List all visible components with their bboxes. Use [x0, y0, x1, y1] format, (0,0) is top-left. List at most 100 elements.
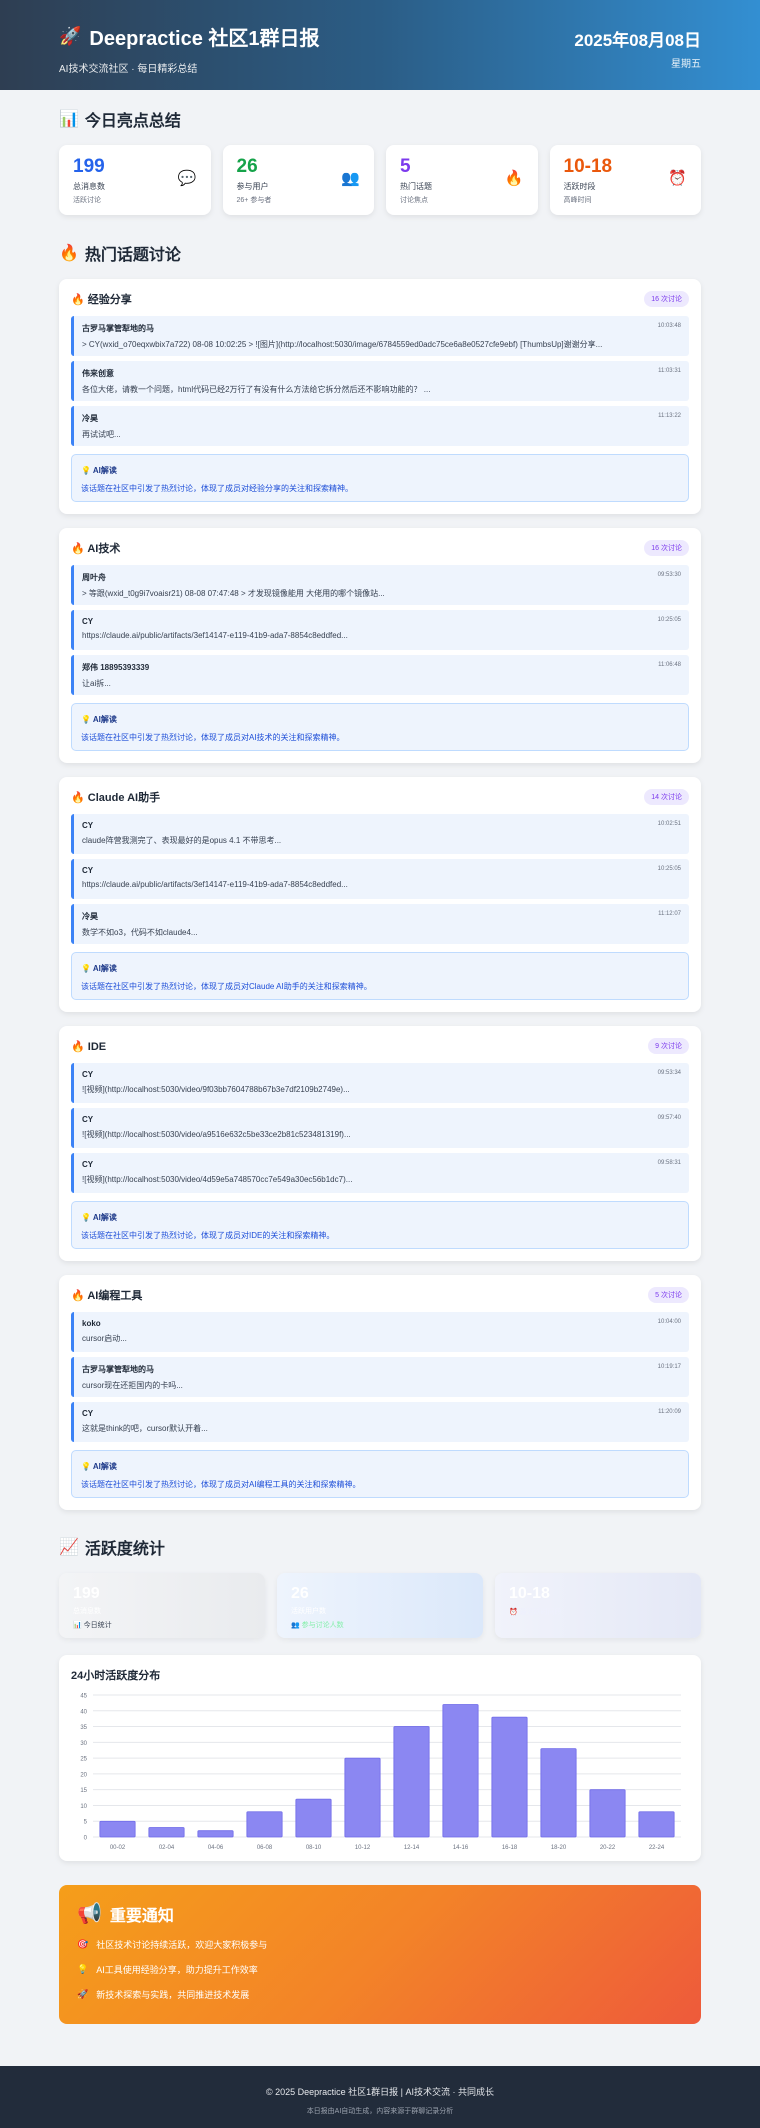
- hourly-activity-chart: 0 5 10 15 20 25 30 35 40 45 00-02 02-04 04-06 06-08 08…: [80, 1694, 681, 1851]
- x-tick-label: 18-20: [551, 1845, 567, 1851]
- discussion-count-badge: 16 次讨论: [644, 291, 689, 307]
- message-user: CY: [82, 821, 94, 830]
- discussion-count-badge: 9 次讨论: [648, 1038, 689, 1054]
- stat-card-topics: 5 热门话题 讨论焦点 🔥: [386, 145, 538, 215]
- ai-insight-text: 该话题在社区中引发了热烈讨论，体现了成员对经验分享的关注和探索精神。: [81, 484, 353, 493]
- message-item: 古罗马掌管犁地的马 > CY(wxid_o70eqxwbix7a722) 08-0…: [71, 316, 689, 356]
- report-date: 2025年08月08日: [574, 31, 701, 50]
- message-user: CY: [82, 1160, 94, 1169]
- x-tick-label: 00-02: [110, 1845, 126, 1851]
- message-text: 这就是think的吧，cursor默认开着...: [82, 1424, 208, 1433]
- topic-name: 🔥 AI技术: [71, 543, 121, 555]
- topic-name: 🔥 IDE: [71, 1040, 107, 1053]
- fire-icon: 🔥: [71, 1290, 85, 1302]
- message-item: CY ![视频](http://localhost:5030/video/9f03…: [71, 1063, 689, 1103]
- activity-sub: 📊 今日统计: [73, 1622, 112, 1629]
- footer-copyright: © 2025 Deepractice 社区1群日报 | AI技术交流 · 共同成…: [265, 2087, 495, 2097]
- y-tick-label: 15: [80, 1788, 87, 1794]
- bar-20-22: [589, 1789, 626, 1838]
- activity-value: 26: [291, 1585, 309, 1602]
- message-time: 11:12:07: [658, 911, 681, 917]
- users-icon: 👥: [291, 1622, 300, 1629]
- discussion-count-badge: 14 次讨论: [644, 789, 689, 805]
- ai-insight-title: 💡 AI解读: [81, 1462, 117, 1471]
- message-time: 10:03:48: [657, 323, 681, 329]
- activity-value: 10-18: [509, 1585, 550, 1602]
- message-user: koko: [82, 1319, 101, 1328]
- ai-insight-text: 该话题在社区中引发了热烈讨论，体现了成员对AI技术的关注和探索精神。: [81, 733, 345, 742]
- message-item: 周叶舟 > 等跟(wxid_t0g9i7voaisr21) 08-08 07:47…: [71, 565, 689, 605]
- report-title-text: Deepractice 社区1群日报: [89, 28, 320, 50]
- bar-22-24: [638, 1811, 675, 1838]
- message-text: ![视频](http://localhost:5030/video/4d59e5…: [82, 1175, 353, 1184]
- activity-label: 总消息数: [73, 1608, 101, 1615]
- bar-04-06: [197, 1830, 234, 1838]
- topic-header: 🔥 经验分享 16 次讨论: [71, 291, 689, 307]
- bar-16-18: [491, 1716, 528, 1838]
- y-tick-label: 25: [80, 1757, 87, 1763]
- message-item: CY 这就是think的吧，cursor默认开着... 11:20:09: [71, 1402, 689, 1442]
- y-tick-label: 45: [80, 1694, 87, 1700]
- lightbulb-icon: 💡: [81, 1462, 91, 1471]
- message-item: 郑伟 18895393339 让ai拆... 11:06:48: [71, 655, 689, 695]
- message-user: CY: [82, 1409, 94, 1418]
- report-header: 🚀 Deepractice 社区1群日报 AI技术交流社区 · 每日精彩总结 2…: [0, 0, 760, 90]
- ai-insight-text: 该话题在社区中引发了热烈讨论，体现了成员对AI编程工具的关注和探索精神。: [81, 1480, 361, 1489]
- notice-title: 📢 重要通知: [77, 1901, 683, 1926]
- activity-title-text: 活跃度统计: [84, 1541, 165, 1558]
- x-tick-label: 16-18: [502, 1845, 518, 1851]
- activity-card-users: 26 活跃用户数 👥 参与讨论人数: [277, 1573, 483, 1638]
- message-text: https://claude.ai/public/artifacts/3ef14…: [82, 880, 348, 889]
- message-user: 冷昊: [82, 414, 98, 423]
- message-time: 11:20:09: [658, 1409, 681, 1415]
- ai-insight: 💡 AI解读该话题在社区中引发了热烈讨论，体现了成员对AI编程工具的关注和探索精…: [71, 1450, 689, 1498]
- bar-08-10: [295, 1798, 332, 1838]
- ai-insight-text: 该话题在社区中引发了热烈讨论，体现了成员对Claude AI助手的关注和探索精神…: [81, 982, 372, 991]
- important-notice: 📢 重要通知 🎯 社区技术讨论持续活跃，欢迎大家积极参与 💡 AI工具使用经验分…: [59, 1885, 701, 2024]
- activity-card-peak: 10-18 ⏰ 最活跃时间段: [495, 1573, 701, 1638]
- message-text: > 等跟(wxid_t0g9i7voaisr21) 08-08 07:47:48…: [82, 589, 385, 598]
- notice-item: 💡 AI工具使用经验分享，助力提升工作效率: [77, 1963, 683, 1976]
- x-tick-label: 08-10: [306, 1845, 322, 1851]
- topic-name: 🔥 经验分享: [71, 294, 132, 306]
- message-user: 古罗马掌管犁地的马: [82, 1365, 154, 1374]
- stat-sub: 活跃讨论: [73, 197, 101, 204]
- message-text: > CY(wxid_o70eqxwbix7a722) 08-08 10:02:2…: [82, 340, 603, 349]
- message-user: 古罗马掌管犁地的马: [82, 324, 154, 333]
- topic-header: 🔥 IDE 9 次讨论: [71, 1038, 689, 1054]
- message-time: 09:58:31: [657, 1160, 681, 1166]
- rocket-icon: 🚀: [77, 1989, 89, 1999]
- ai-insight-title: 💡 AI解读: [81, 964, 117, 973]
- y-tick-label: 10: [80, 1804, 87, 1810]
- footer-note: 本日报由AI自动生成，内容来源于群聊记录分析: [306, 2108, 454, 2115]
- alarm-clock-icon: ⏰: [509, 1609, 518, 1616]
- message-text: 各位大佬，请教一个问题，html代码已经2万行了有没有什么方法给它拆分然后还不影…: [82, 385, 431, 394]
- topic-header: 🔥 AI编程工具 5 次讨论: [71, 1287, 689, 1303]
- x-tick-label: 06-08: [257, 1845, 273, 1851]
- activity-stats: 199 总消息数 📊 今日统计 26 活跃用户数 👥 参与讨论人数 10-18 …: [59, 1573, 701, 1638]
- trend-chart-icon: 📈: [59, 1539, 79, 1556]
- message-time: 09:53:34: [657, 1070, 681, 1076]
- message-user: 周叶舟: [82, 573, 106, 582]
- topic-name: 🔥 Claude AI助手: [71, 792, 161, 804]
- message-time: 09:53:30: [657, 572, 681, 578]
- speech-bubble-icon: 💬: [177, 170, 197, 187]
- summary-section-title: 📊 今日亮点总结: [59, 107, 701, 131]
- lightbulb-icon: 💡: [81, 466, 91, 475]
- fire-icon: 🔥: [59, 245, 79, 262]
- message-item: CY https://claude.ai/public/artifacts/3ef…: [71, 610, 689, 650]
- discussion-count-badge: 5 次讨论: [648, 1287, 689, 1303]
- topic-name: 🔥 AI编程工具: [71, 1290, 143, 1302]
- stat-sub: 高峰时间: [563, 197, 592, 204]
- message-user: 伟来创意: [82, 369, 114, 378]
- activity-value: 199: [73, 1585, 100, 1602]
- bar-chart-icon: 📊: [59, 111, 79, 128]
- chart-title: 24小时活跃度分布: [71, 1670, 161, 1682]
- message-user: CY: [82, 1070, 94, 1079]
- lightbulb-icon: 💡: [81, 964, 91, 973]
- activity-section-title: 📈 活跃度统计: [59, 1535, 701, 1559]
- report-date-block: 2025年08月08日 星期五: [574, 26, 701, 70]
- ai-insight: 💡 AI解读 该话题在社区中引发了热烈讨论，体现了成员对IDE的关注和探索精神。: [71, 1201, 689, 1249]
- activity-sub: ⏰ 最活跃时间段: [509, 1609, 562, 1616]
- users-icon: 👥: [341, 170, 360, 187]
